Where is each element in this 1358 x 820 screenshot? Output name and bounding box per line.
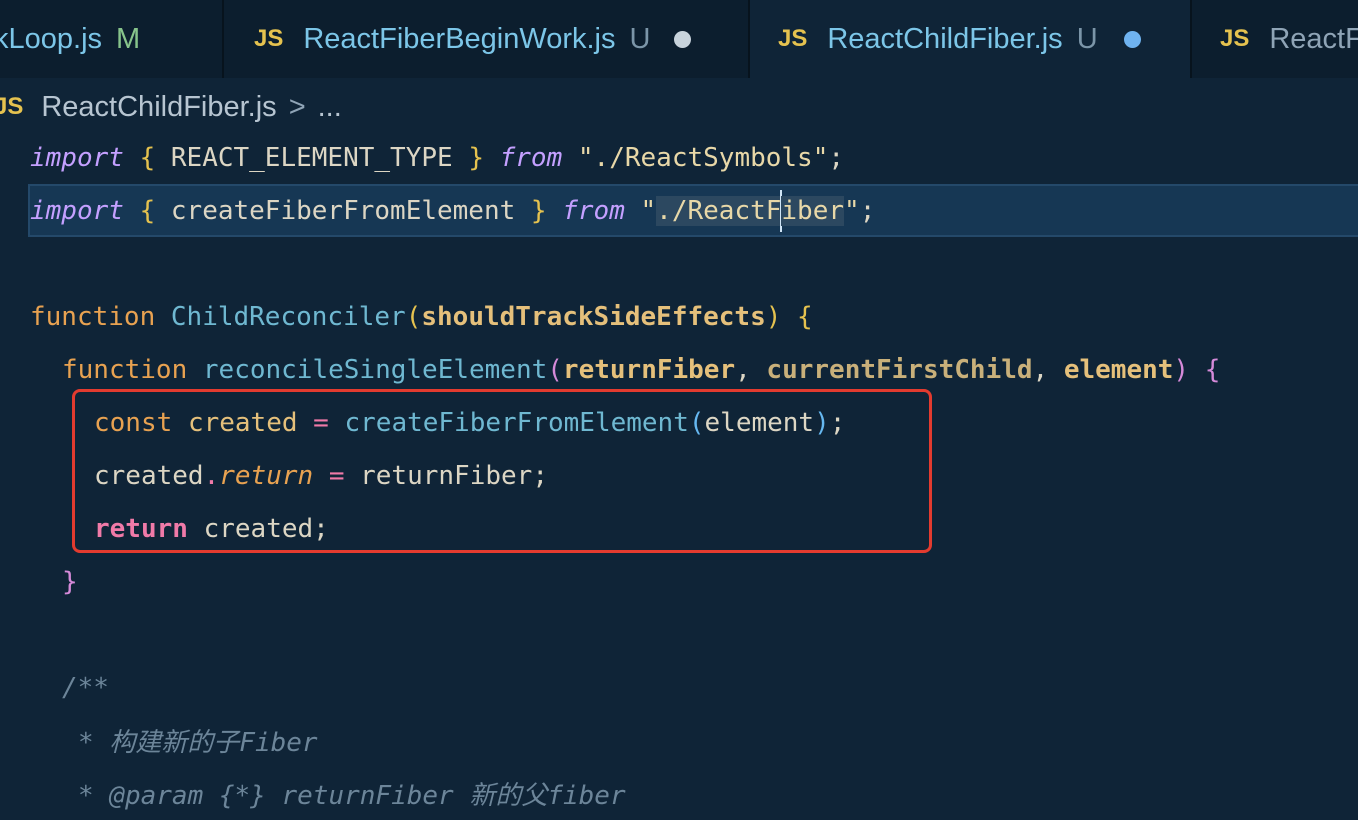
code-line-4[interactable]: function ChildReconciler(shouldTrackSide… bbox=[0, 290, 1358, 343]
code-line-7[interactable]: created. return = returnFiber; bbox=[0, 449, 1358, 502]
tab-label: ReactFi bbox=[1269, 22, 1358, 55]
unsaved-dot-icon[interactable] bbox=[1123, 30, 1141, 48]
code-line-8[interactable]: return created; bbox=[0, 502, 1358, 555]
tab-workloop[interactable]: kLoop.js M bbox=[0, 0, 222, 78]
untracked-flag: U bbox=[629, 22, 651, 55]
tab-label: ReactFiberBeginWork.js bbox=[303, 22, 616, 55]
tab-label: ReactChildFiber.js bbox=[827, 22, 1063, 55]
untracked-flag: U bbox=[1076, 22, 1098, 55]
js-file-icon: JS bbox=[0, 93, 24, 120]
chevron-right-icon: > bbox=[288, 90, 306, 123]
code-line-6[interactable]: const created = createFiberFromElement(e… bbox=[0, 396, 1358, 449]
breadcrumb-more[interactable]: ... bbox=[318, 91, 342, 124]
code-line-13[interactable]: * @param {*} returnFiber 新的父fiber bbox=[0, 767, 1358, 820]
js-file-icon: JS bbox=[1220, 25, 1250, 52]
code-line-12[interactable]: * 构建新的子Fiber bbox=[0, 714, 1358, 767]
tab-reactchildfiber[interactable]: JS ReactChildFiber.js U bbox=[750, 0, 1190, 78]
editor-tab-bar: kLoop.js M JS ReactFiberBeginWork.js U J… bbox=[0, 0, 1358, 78]
code-line-1[interactable]: import { REACT_ELEMENT_TYPE } from "./Re… bbox=[0, 131, 1358, 184]
modified-flag: M bbox=[116, 22, 141, 55]
breadcrumb: JS ReactChildFiber.js > ... bbox=[0, 82, 342, 132]
keyword: import bbox=[30, 142, 124, 173]
js-file-icon: JS bbox=[778, 25, 808, 52]
breadcrumb-file[interactable]: ReactChildFiber.js bbox=[41, 91, 276, 124]
code-line-5[interactable]: function reconcileSingleElement(returnFi… bbox=[0, 343, 1358, 396]
code-line-11[interactable]: /** bbox=[0, 661, 1358, 714]
code-line-9[interactable]: } bbox=[0, 555, 1358, 608]
tab-reactfiberbeginwork[interactable]: JS ReactFiberBeginWork.js U bbox=[224, 0, 748, 78]
code-line-2-current[interactable]: import { createFiberFromElement } from "… bbox=[28, 184, 1358, 237]
js-file-icon: JS bbox=[254, 25, 284, 52]
tab-reactfiber[interactable]: JS ReactFi bbox=[1192, 0, 1358, 78]
text-selection: ./ReactF bbox=[656, 195, 782, 226]
tab-label: kLoop.js bbox=[0, 22, 103, 55]
unsaved-dot-icon[interactable] bbox=[674, 30, 692, 48]
